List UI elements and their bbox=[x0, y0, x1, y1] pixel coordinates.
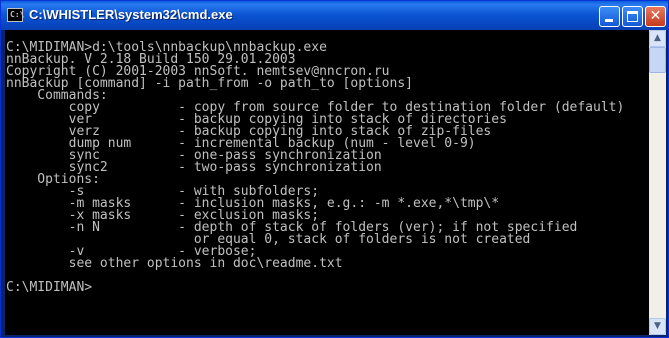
window-title: C:\WHISTLER\system32\cmd.exe bbox=[29, 7, 233, 22]
minimize-button[interactable] bbox=[599, 6, 620, 27]
scroll-down-button[interactable]: ▼ bbox=[649, 318, 666, 335]
scroll-up-button[interactable]: ▲ bbox=[649, 30, 666, 47]
console-line: C:\MIDIMAN> bbox=[6, 280, 93, 295]
console-line: see other options in doc\readme.txt bbox=[6, 256, 343, 271]
console-text: C:\MIDIMAN>d:\tools\nnbackup\nnbackup.ex… bbox=[5, 30, 649, 294]
scroll-down-arrow-icon: ▼ bbox=[654, 321, 661, 331]
close-icon: ✕ bbox=[649, 8, 662, 24]
cmd-window: C:\ C:\WHISTLER\system32\cmd.exe ✕ C:\MI… bbox=[0, 0, 669, 338]
maximize-button[interactable] bbox=[622, 6, 643, 27]
console-output[interactable]: C:\MIDIMAN>d:\tools\nnbackup\nnbackup.ex… bbox=[5, 30, 649, 335]
app-icon-text: C:\ bbox=[10, 10, 25, 19]
command-prompt-icon[interactable]: C:\ bbox=[7, 8, 25, 22]
maximize-icon bbox=[627, 11, 638, 22]
title-bar[interactable]: C:\ C:\WHISTLER\system32\cmd.exe ✕ bbox=[1, 1, 668, 30]
scroll-up-arrow-icon: ▲ bbox=[654, 33, 661, 43]
vertical-scrollbar[interactable]: ▲ ▼ bbox=[649, 30, 666, 335]
close-button[interactable]: ✕ bbox=[645, 6, 666, 27]
scrollbar-thumb[interactable] bbox=[649, 47, 666, 73]
minimize-icon bbox=[605, 19, 613, 22]
